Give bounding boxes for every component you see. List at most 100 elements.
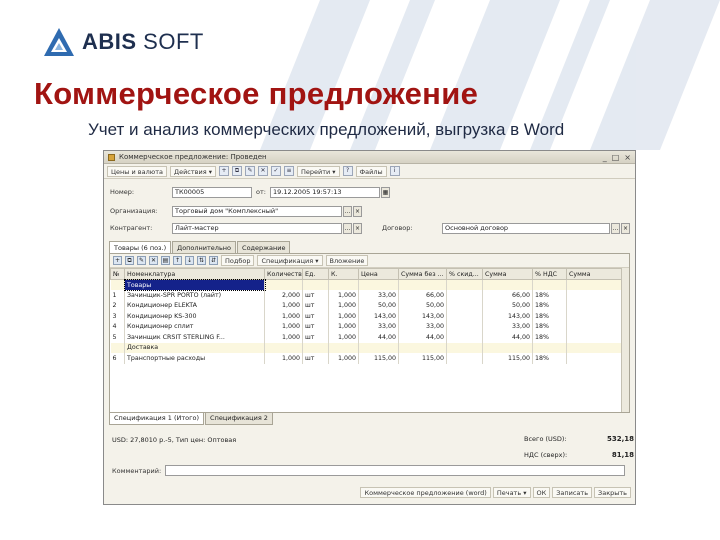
sort-desc-icon[interactable]: ⇵ xyxy=(209,256,218,265)
organization-select-button[interactable]: … xyxy=(343,205,352,217)
organization-field[interactable]: Торговый дом "Комплексный" xyxy=(172,205,342,217)
print-form-select[interactable]: Коммерческое предложение (word) xyxy=(360,487,491,498)
info-icon[interactable]: i xyxy=(389,166,400,176)
delete-row-icon[interactable]: ✕ xyxy=(149,256,158,265)
contract-select-button[interactable]: … xyxy=(611,222,620,234)
structure-icon[interactable]: ≡ xyxy=(283,166,294,176)
row-unit: шт xyxy=(302,353,329,364)
table-row[interactable]: 6 Транспортные расходы 1,000 шт 1,000 11… xyxy=(110,353,626,364)
enclosure-button[interactable]: Вложение xyxy=(325,255,369,266)
tab-spec-1[interactable]: Спецификация 1 (Итого) xyxy=(109,413,205,425)
sort-asc-icon[interactable]: ⇅ xyxy=(197,256,206,265)
row-number: 3 xyxy=(110,311,125,322)
col-discount[interactable]: % скид... xyxy=(446,268,483,280)
organization-clear-button[interactable]: × xyxy=(353,205,362,217)
col-coef[interactable]: К. xyxy=(328,268,359,280)
actions-menu[interactable]: Действия ▾ xyxy=(170,165,216,177)
table-row[interactable]: 4 Кондиционер сплит 1,000 шт 1,000 33,00… xyxy=(110,321,626,332)
tab-goods[interactable]: Товары (6 поз.) xyxy=(109,241,172,253)
table-row[interactable]: 5 Зачинщик CRSIT STERLING F... 1,000 шт … xyxy=(110,332,626,343)
add-group-icon[interactable]: ▤ xyxy=(161,256,170,265)
maximize-button[interactable]: □ xyxy=(612,153,620,162)
row-coef: 1,000 xyxy=(328,321,359,332)
col-number[interactable]: № xyxy=(110,268,125,280)
col-qty[interactable]: Количество xyxy=(264,268,303,280)
pick-button[interactable]: Подбор xyxy=(221,255,255,266)
tab-content[interactable]: Содержание xyxy=(237,241,291,253)
total-label: Всего (USD): xyxy=(524,435,567,443)
col-vat-sum[interactable]: Сумма xyxy=(566,268,626,280)
files-button[interactable]: Файлы xyxy=(355,165,387,177)
contractor-field[interactable]: Лайт-мастер xyxy=(172,222,342,234)
group-row-goods[interactable]: Товары xyxy=(110,278,626,291)
table-row[interactable]: 2 Кондиционер ELEKTA 1,000 шт 1,000 50,0… xyxy=(110,300,626,311)
row-qty: 1,000 xyxy=(264,353,303,364)
table-scrollbar[interactable] xyxy=(621,268,629,412)
copy-icon[interactable]: ⧉ xyxy=(231,166,242,176)
col-unit[interactable]: Ед. xyxy=(302,268,329,280)
slide-title: Коммерческое предложение xyxy=(34,76,479,111)
print-menu[interactable]: Печать ▾ xyxy=(492,487,531,498)
contractor-select-button[interactable]: … xyxy=(343,222,352,234)
table-row[interactable]: 1 Зачинщик-SPR PORTO (лайт) 2,000 шт 1,0… xyxy=(110,290,626,301)
ok-button[interactable]: ОК xyxy=(532,487,551,498)
row-qty: 1,000 xyxy=(264,321,303,332)
contract-clear-button[interactable]: × xyxy=(621,222,630,234)
row-qty: 1,000 xyxy=(264,300,303,311)
move-up-icon[interactable]: ↑ xyxy=(173,256,182,265)
help-icon[interactable]: ? xyxy=(342,166,353,176)
tab-additional[interactable]: Дополнительно xyxy=(172,241,237,253)
row-item: Кондиционер KS-300 xyxy=(124,311,265,322)
table-row[interactable]: 3 Кондиционер KS-300 1,000 шт 1,000 143,… xyxy=(110,311,626,322)
close-window-button[interactable]: × xyxy=(624,153,631,162)
row-coef: 1,000 xyxy=(328,332,359,343)
specification-menu[interactable]: Спецификация ▾ xyxy=(257,255,323,266)
col-price[interactable]: Цена xyxy=(358,268,399,280)
col-sum-without-discount[interactable]: Сумма без ... xyxy=(398,268,447,280)
row-number: 2 xyxy=(110,300,125,311)
save-button[interactable]: Записать xyxy=(552,487,593,498)
row-price: 115,00 xyxy=(358,353,399,364)
row-sum-wo: 33,00 xyxy=(398,321,447,332)
goods-toolbar: + ⧉ ✎ ✕ ▤ ↑ ↓ ⇅ ⇵ Подбор Спецификация ▾ … xyxy=(110,254,629,268)
move-down-icon[interactable]: ↓ xyxy=(185,256,194,265)
edit-row-icon[interactable]: ✎ xyxy=(137,256,146,265)
goods-panel: + ⧉ ✎ ✕ ▤ ↑ ↓ ⇅ ⇵ Подбор Спецификация ▾ … xyxy=(109,253,630,413)
col-vat-rate[interactable]: % НДС xyxy=(532,268,567,280)
contract-field[interactable]: Основной договор xyxy=(442,222,610,234)
row-vat: 18% xyxy=(532,321,567,332)
row-sum-wo: 44,00 xyxy=(398,332,447,343)
copy-row-icon[interactable]: ⧉ xyxy=(125,256,134,265)
close-button[interactable]: Закрыть xyxy=(594,487,631,498)
row-sum: 50,00 xyxy=(482,300,533,311)
goto-menu[interactable]: Перейти ▾ xyxy=(296,165,340,177)
row-coef: 1,000 xyxy=(328,311,359,322)
contractor-clear-button[interactable]: × xyxy=(353,222,362,234)
number-field[interactable]: ТК00005 xyxy=(172,186,252,198)
window-titlebar[interactable]: Коммерческое предложение: Проведен _ □ × xyxy=(104,151,635,164)
group-row-delivery[interactable]: Доставка xyxy=(110,342,626,353)
window-title: Коммерческое предложение: Проведен xyxy=(119,153,267,161)
col-item[interactable]: Номенклатура xyxy=(124,268,265,280)
row-sum-wo: 66,00 xyxy=(398,290,447,301)
row-discount xyxy=(446,311,483,322)
row-sum: 115,00 xyxy=(482,353,533,364)
group-label: Доставка xyxy=(124,342,265,353)
date-field[interactable]: 19.12.2005 19:57:13 xyxy=(270,186,380,198)
calendar-icon[interactable]: ▦ xyxy=(381,186,390,198)
post-document-icon[interactable]: ✓ xyxy=(270,166,281,176)
new-document-icon[interactable]: + xyxy=(218,166,229,176)
col-sum[interactable]: Сумма xyxy=(482,268,533,280)
edit-icon[interactable]: ✎ xyxy=(244,166,255,176)
tab-spec-2[interactable]: Спецификация 2 xyxy=(205,413,273,425)
group-label: Товары xyxy=(123,278,266,291)
document-window: Коммерческое предложение: Проведен _ □ ×… xyxy=(103,150,636,505)
add-row-icon[interactable]: + xyxy=(113,256,122,265)
date-label: от: xyxy=(256,188,266,196)
row-sum: 44,00 xyxy=(482,332,533,343)
abis-logo-mark-icon xyxy=(44,28,74,56)
minimize-button[interactable]: _ xyxy=(603,153,607,162)
price-currency-button[interactable]: Цены и валюта xyxy=(107,165,167,177)
comment-field[interactable] xyxy=(165,465,626,476)
delete-icon[interactable]: ✕ xyxy=(257,166,268,176)
